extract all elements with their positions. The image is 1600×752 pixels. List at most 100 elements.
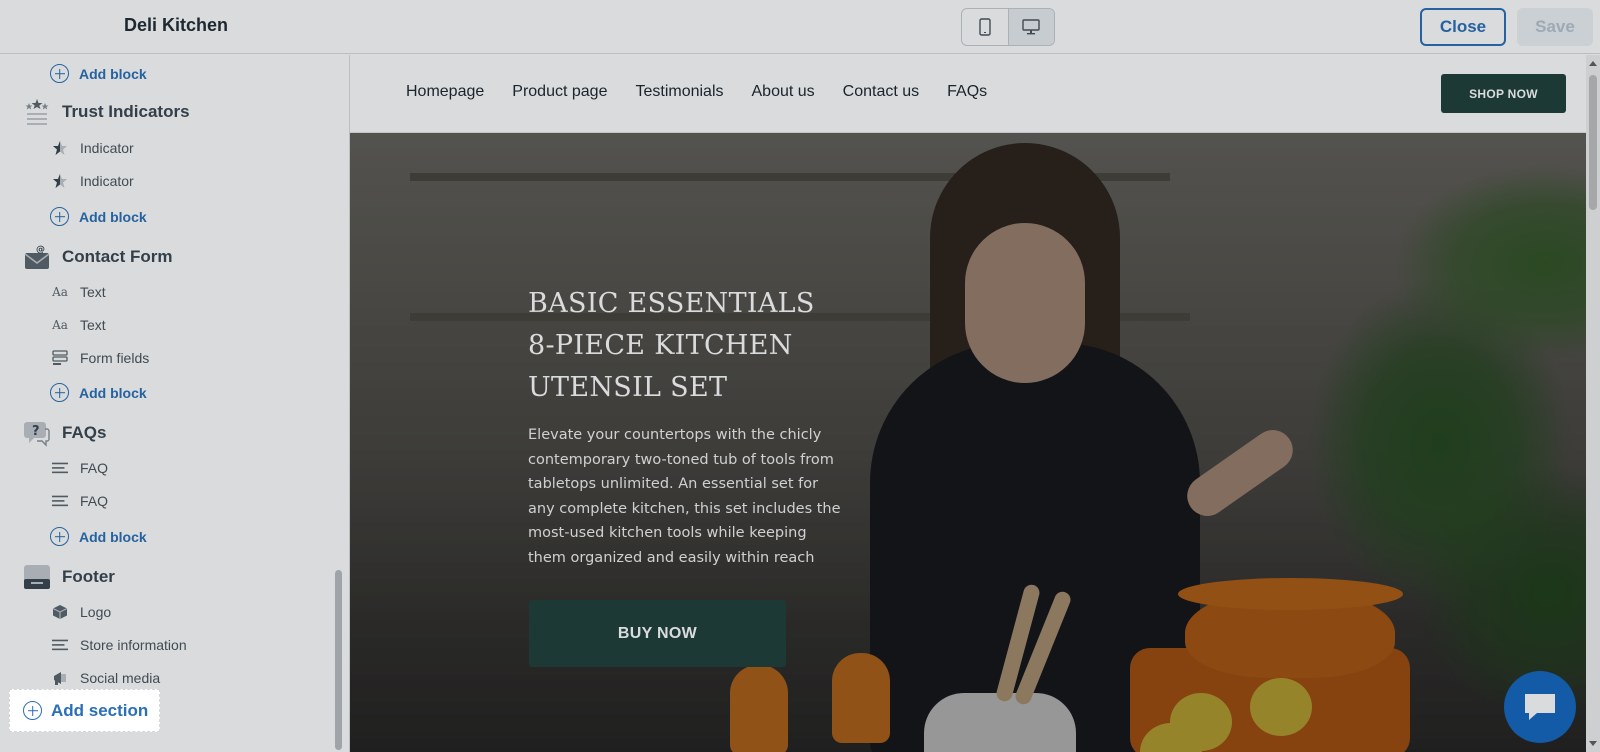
section-title: Trust Indicators (62, 102, 190, 121)
plus-circle-icon (50, 527, 69, 546)
close-button[interactable]: Close (1420, 8, 1506, 46)
text-aa-icon: Aa (52, 285, 68, 299)
section-title: Footer (62, 567, 115, 586)
save-button[interactable]: Save (1517, 8, 1593, 46)
desktop-icon (1022, 19, 1041, 35)
hero-description-line: Elevate your countertops with the chicly (528, 427, 822, 443)
stars-icon (22, 97, 52, 127)
hero-title-line: BASIC ESSENTIALS (528, 288, 815, 319)
section-footer[interactable]: Footer (22, 562, 115, 592)
section-contact-form[interactable]: @ Contact Form (22, 242, 173, 272)
block-label: Social media (80, 670, 161, 686)
block-label: Store information (80, 637, 187, 653)
store-nav-links: Homepage Product page Testimonials About… (406, 83, 987, 101)
star-half-icon (52, 173, 68, 189)
block-item[interactable]: Logo (52, 604, 111, 620)
preview-scrollbar[interactable] (1586, 55, 1600, 752)
top-bar: Deli Kitchen Close Save (0, 0, 1600, 54)
block-label: Text (80, 284, 106, 300)
plus-circle-icon (50, 64, 69, 83)
add-block-label: Add block (79, 65, 147, 82)
lines-icon (52, 460, 68, 476)
block-label: Indicator (80, 173, 134, 189)
block-label: Logo (80, 604, 112, 620)
section-title: FAQs (62, 423, 107, 442)
store-preview: Homepage Product page Testimonials About… (350, 55, 1586, 752)
lines-icon (52, 493, 68, 509)
shop-now-button[interactable]: SHOP NOW (1441, 74, 1566, 113)
block-item[interactable]: Social media (52, 670, 160, 686)
add-block-button[interactable]: Add block (50, 64, 147, 83)
block-item[interactable]: Aa Text (52, 284, 106, 300)
block-label: Form fields (80, 350, 150, 366)
nav-link-contact-us[interactable]: Contact us (843, 83, 919, 101)
nav-link-faqs[interactable]: FAQs (947, 83, 987, 101)
hero-title-line: 8-PIECE KITCHEN (528, 330, 793, 361)
envelope-at-icon: @ (22, 242, 52, 272)
star-half-icon (52, 140, 68, 156)
block-item[interactable]: FAQ (52, 460, 108, 476)
hero-title-line: UTENSIL SET (528, 372, 728, 403)
sections-sidebar: Add block Trust Indicators Indicator Ind… (0, 55, 350, 752)
section-title: Contact Form (62, 247, 173, 266)
block-label: Text (80, 317, 106, 333)
plus-circle-icon (50, 207, 69, 226)
buy-now-button[interactable]: BUY NOW (529, 600, 786, 667)
hero-description-line: tabletops unlimited. An essential set fo… (528, 476, 819, 493)
app-title: Deli Kitchen (124, 15, 229, 35)
chat-button[interactable] (1504, 671, 1576, 743)
add-section-button[interactable]: Add section (9, 689, 160, 732)
megaphone-icon (52, 670, 68, 686)
text-aa-icon: Aa (52, 318, 68, 332)
add-block-button[interactable]: Add block (50, 383, 147, 402)
preview-scroll-thumb[interactable] (1589, 75, 1597, 210)
mobile-view-button[interactable] (962, 9, 1008, 45)
block-item[interactable]: Indicator (52, 173, 134, 189)
nav-link-testimonials[interactable]: Testimonials (635, 83, 723, 101)
add-block-label: Add block (79, 384, 147, 401)
block-label: Indicator (80, 140, 134, 156)
section-faqs[interactable]: ? FAQs (22, 418, 106, 448)
theme-editor: Deli Kitchen Close Save Add block Trust … (0, 0, 1600, 752)
add-block-label: Add block (79, 528, 147, 545)
nav-link-homepage[interactable]: Homepage (406, 83, 484, 101)
block-label: FAQ (80, 460, 109, 476)
store-header: Homepage Product page Testimonials About… (350, 55, 1586, 133)
add-section-label: Add section (51, 700, 149, 720)
hero-description-line: any complete kitchen, this set includes … (528, 500, 841, 517)
svg-text:@: @ (36, 245, 45, 255)
hero-banner: BASIC ESSENTIALS 8-PIECE KITCHEN UTENSIL… (350, 133, 1586, 752)
device-toggle (961, 8, 1055, 46)
hero-description: Elevate your countertops with the chicly… (528, 423, 848, 571)
chat-icon (1525, 694, 1555, 720)
nav-link-product-page[interactable]: Product page (512, 83, 607, 101)
nav-link-about-us[interactable]: About us (752, 83, 815, 101)
scroll-up-arrow-icon[interactable] (1589, 61, 1597, 66)
hero-description-line: them organized and easily within reach (528, 549, 815, 566)
hero-description-line: contemporary two-toned tub of tools from (528, 451, 834, 468)
hero-title: BASIC ESSENTIALS 8-PIECE KITCHEN UTENSIL… (528, 283, 858, 409)
question-bubble-icon: ? (22, 418, 52, 448)
sidebar-scrollbar[interactable] (335, 570, 342, 750)
block-item[interactable]: Store information (52, 637, 187, 653)
hero-description-line: most-used kitchen tools while keeping (528, 525, 807, 542)
add-block-button[interactable]: Add block (50, 207, 147, 226)
svg-text:?: ? (32, 424, 40, 439)
block-item[interactable]: Form fields (52, 350, 149, 366)
lines-icon (52, 637, 68, 653)
scroll-down-arrow-icon[interactable] (1589, 741, 1597, 746)
mobile-icon (979, 18, 991, 36)
desktop-view-button[interactable] (1007, 9, 1054, 45)
plus-circle-icon (23, 701, 42, 720)
section-trust-indicators[interactable]: Trust Indicators (22, 97, 190, 127)
form-fields-icon (52, 350, 68, 366)
block-item[interactable]: Indicator (52, 140, 134, 156)
plus-circle-icon (50, 383, 69, 402)
block-item[interactable]: Aa Text (52, 317, 106, 333)
footer-icon (22, 562, 52, 592)
block-label: FAQ (80, 493, 109, 509)
block-item[interactable]: FAQ (52, 493, 108, 509)
add-block-button[interactable]: Add block (50, 527, 147, 546)
add-block-label: Add block (79, 208, 147, 225)
cube-icon (52, 604, 68, 620)
